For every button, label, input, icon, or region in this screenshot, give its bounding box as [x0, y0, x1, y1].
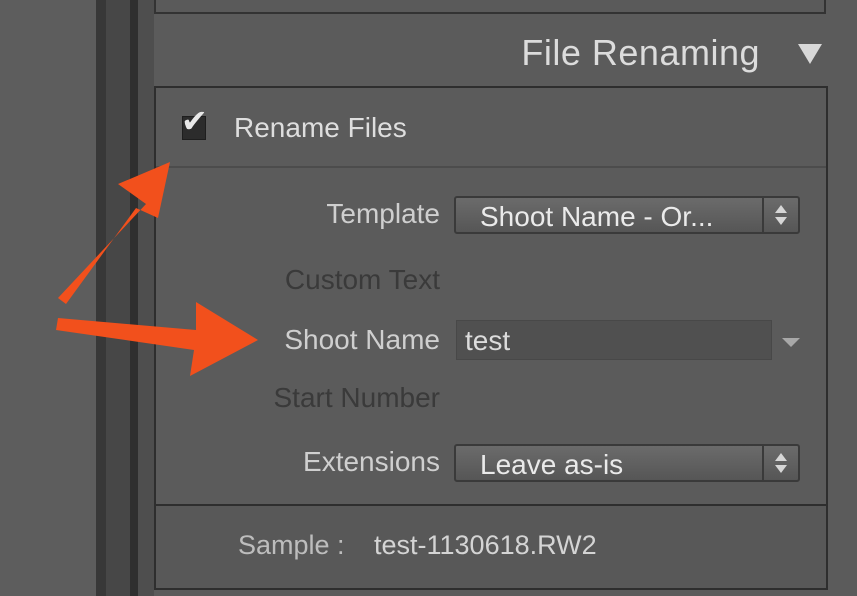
stepper-arrows-icon — [762, 446, 798, 480]
rename-files-checkbox[interactable]: ✔ — [181, 105, 208, 140]
left-scroll-track — [106, 0, 130, 596]
left-divider — [96, 0, 106, 596]
lightroom-export-dialog: File Renaming ✔ Rename Files Template Sh… — [0, 0, 857, 596]
chevron-down-icon[interactable] — [782, 338, 800, 347]
section-header[interactable]: File Renaming — [154, 22, 838, 82]
rename-files-label[interactable]: Rename Files — [234, 112, 407, 144]
extensions-select[interactable]: Leave as-is — [454, 444, 800, 482]
template-select[interactable]: Shoot Name - Or... — [454, 196, 800, 234]
shoot-name-input[interactable]: test — [456, 320, 772, 360]
file-renaming-panel: ✔ Rename Files Template Shoot Name - Or.… — [154, 86, 828, 590]
sample-value: test-1130618.RW2 — [374, 530, 597, 560]
shoot-name-value: test — [465, 325, 511, 356]
template-value: Shoot Name - Or... — [480, 201, 714, 232]
left-divider-inner — [130, 0, 138, 596]
extensions-label: Extensions — [303, 446, 440, 477]
previous-section-edge — [154, 0, 826, 14]
stepper-arrows-icon — [762, 198, 798, 232]
extensions-value: Leave as-is — [480, 449, 624, 480]
start-number-label: Start Number — [273, 382, 441, 413]
sample-label: Sample : — [238, 530, 345, 560]
sample-row: Sample : test-1130618.RW2 — [156, 504, 826, 588]
checkmark-icon: ✔ — [181, 103, 208, 139]
shoot-name-label: Shoot Name — [284, 324, 440, 355]
left-background — [0, 0, 96, 596]
custom-text-label: Custom Text — [284, 264, 440, 295]
template-label: Template — [326, 198, 440, 229]
panel-gutter — [138, 0, 154, 596]
rename-files-row: ✔ Rename Files — [156, 88, 826, 168]
section-title: File Renaming — [521, 32, 760, 73]
triangle-down-icon[interactable] — [798, 44, 822, 64]
